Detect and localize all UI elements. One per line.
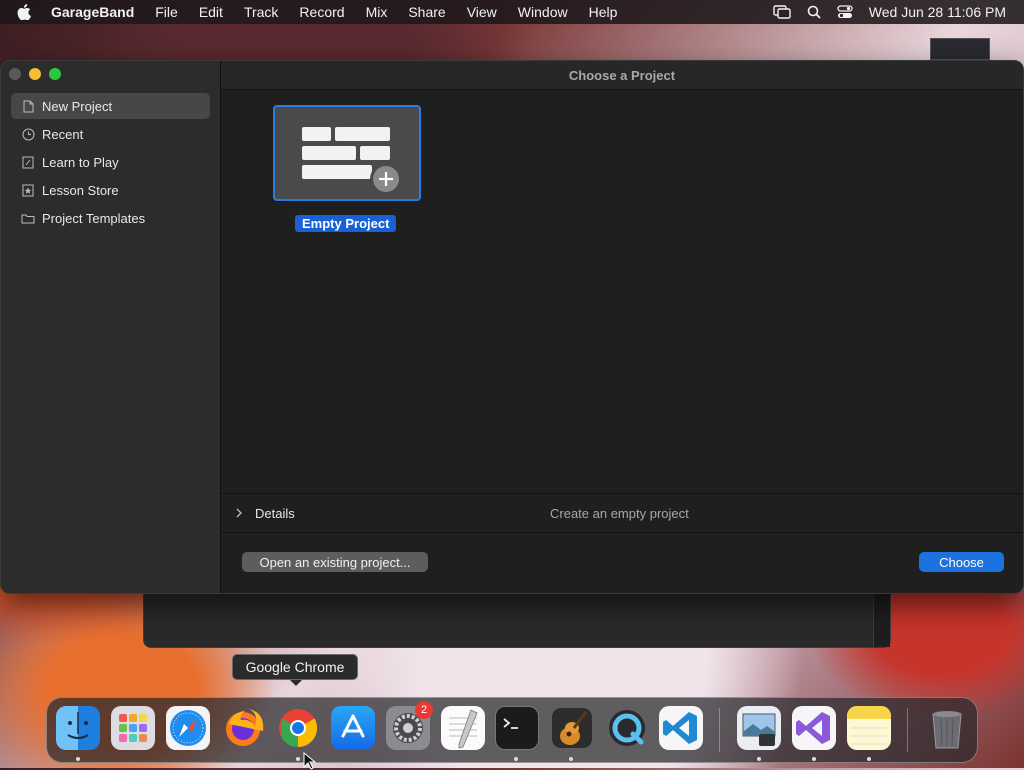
- visual-studio-icon[interactable]: [792, 706, 836, 750]
- empty-project-icon: [302, 127, 402, 195]
- screen-mirroring-icon[interactable]: [773, 5, 791, 19]
- safari-icon[interactable]: [166, 706, 210, 750]
- control-center-icon[interactable]: [837, 5, 853, 19]
- running-indicator: [867, 757, 871, 761]
- close-button[interactable]: [9, 68, 21, 80]
- guitar-book-icon: [21, 155, 35, 169]
- sidebar-item-learn-to-play[interactable]: Learn to Play: [11, 149, 210, 175]
- background-window-scrollbar: [873, 594, 890, 647]
- menu-bar: GarageBand File Edit Track Record Mix Sh…: [0, 0, 1024, 24]
- choose-button[interactable]: Choose: [919, 552, 1004, 572]
- dock-separator: [719, 708, 720, 752]
- menu-track[interactable]: Track: [244, 4, 278, 20]
- menu-mix[interactable]: Mix: [366, 4, 388, 20]
- preview-icon[interactable]: [737, 706, 781, 750]
- empty-project-tile[interactable]: [273, 105, 421, 201]
- sidebar: New Project Recent Learn to Play Lesson …: [1, 61, 221, 593]
- main-pane: Choose a Project Empty Project Details C…: [221, 61, 1023, 593]
- terminal-icon[interactable]: [495, 706, 539, 750]
- running-indicator: [514, 757, 518, 761]
- project-description: Create an empty project: [550, 505, 689, 521]
- trash-icon[interactable]: [925, 706, 969, 750]
- chevron-right-icon[interactable]: [235, 508, 247, 518]
- minimize-button[interactable]: [29, 68, 41, 80]
- apple-menu-icon[interactable]: [17, 4, 35, 20]
- details-bar: Details Create an empty project: [221, 493, 1023, 533]
- menu-window[interactable]: Window: [518, 4, 568, 20]
- background-window: [143, 594, 891, 648]
- folder-icon: [21, 211, 35, 225]
- running-indicator: [296, 757, 300, 761]
- mouse-pointer-icon: [303, 752, 317, 770]
- sidebar-item-label: Lesson Store: [42, 182, 119, 198]
- vscode-icon[interactable]: [659, 706, 703, 750]
- menu-share[interactable]: Share: [408, 4, 445, 20]
- garageband-icon[interactable]: [550, 706, 594, 750]
- firefox-icon[interactable]: [221, 706, 265, 750]
- window-controls: [9, 68, 61, 80]
- open-existing-project-button[interactable]: Open an existing project...: [242, 552, 428, 572]
- quicktime-icon[interactable]: [605, 706, 649, 750]
- clock-icon: [21, 127, 35, 141]
- sidebar-list: New Project Recent Learn to Play Lesson …: [11, 93, 210, 233]
- clock-text[interactable]: Wed Jun 28 11:06 PM: [869, 4, 1006, 20]
- zoom-button[interactable]: [49, 68, 61, 80]
- sidebar-item-project-templates[interactable]: Project Templates: [11, 205, 210, 231]
- sidebar-item-label: New Project: [42, 98, 113, 114]
- notification-badge: 2: [415, 701, 433, 719]
- desktop-thumbnail: [930, 38, 990, 60]
- menu-app-name[interactable]: GarageBand: [51, 4, 134, 20]
- chrome-icon[interactable]: [276, 706, 320, 750]
- running-indicator: [569, 757, 573, 761]
- launchpad-icon[interactable]: [111, 706, 155, 750]
- dock-separator: [907, 708, 908, 752]
- window-title: Choose a Project: [221, 61, 1023, 90]
- running-indicator: [757, 757, 761, 761]
- dock: 2: [46, 697, 978, 763]
- dock-tooltip: Google Chrome: [232, 654, 358, 686]
- finder-icon[interactable]: [56, 706, 100, 750]
- menu-file[interactable]: File: [155, 4, 178, 20]
- star-icon: [21, 183, 35, 197]
- textedit-icon[interactable]: [441, 706, 485, 750]
- app-store-icon[interactable]: [331, 706, 375, 750]
- sidebar-item-label: Project Templates: [42, 210, 146, 226]
- menu-record[interactable]: Record: [299, 4, 344, 20]
- document-icon: [21, 99, 35, 113]
- menu-help[interactable]: Help: [589, 4, 618, 20]
- menu-view[interactable]: View: [467, 4, 497, 20]
- sidebar-item-recent[interactable]: Recent: [11, 121, 210, 147]
- details-toggle[interactable]: Details: [255, 506, 295, 521]
- notes-icon[interactable]: [847, 706, 891, 750]
- menu-edit[interactable]: Edit: [199, 4, 223, 20]
- sidebar-item-new-project[interactable]: New Project: [11, 93, 210, 119]
- sidebar-item-lesson-store[interactable]: Lesson Store: [11, 177, 210, 203]
- running-indicator: [812, 757, 816, 761]
- sidebar-item-label: Learn to Play: [42, 154, 119, 170]
- running-indicator: [76, 757, 80, 761]
- project-chooser-window: New Project Recent Learn to Play Lesson …: [0, 60, 1024, 594]
- sidebar-item-label: Recent: [42, 126, 84, 142]
- spotlight-search-icon[interactable]: [807, 5, 821, 19]
- empty-project-label[interactable]: Empty Project: [295, 215, 397, 232]
